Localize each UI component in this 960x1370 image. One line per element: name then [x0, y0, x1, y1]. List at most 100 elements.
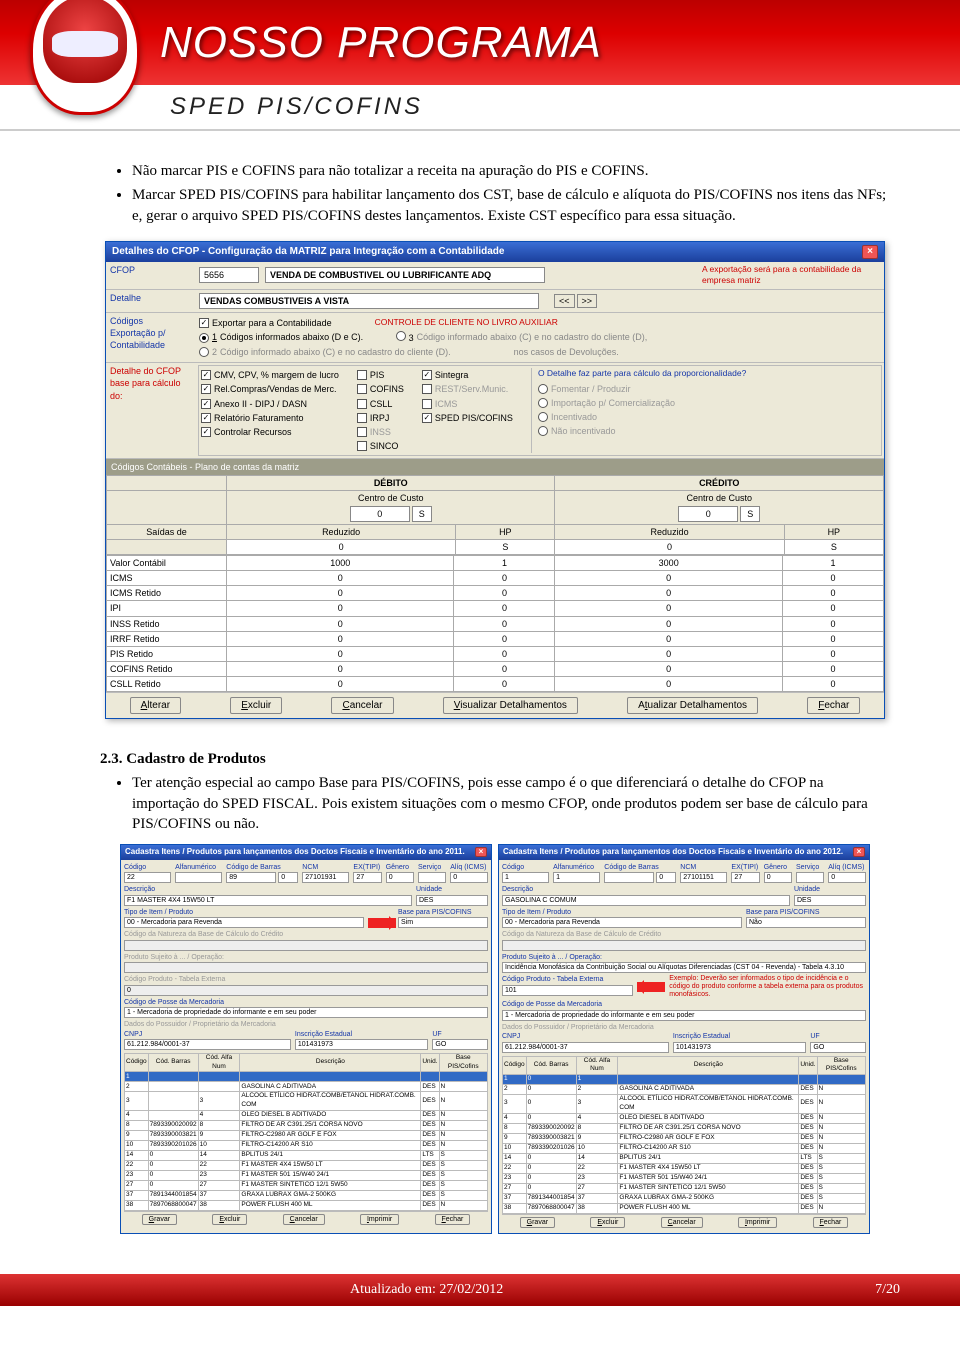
table-row[interactable]: 878933900200928FILTRO DE AR C391.25/1 CO…	[503, 1123, 866, 1133]
codigo-field[interactable]: 1	[502, 872, 549, 883]
servico-field[interactable]	[418, 872, 446, 883]
descricao-field[interactable]: GASOLINA C COMUM	[502, 895, 790, 906]
excluir-button[interactable]: Excluir	[212, 1214, 247, 1225]
cnpj-field[interactable]: 61.212.984/0001-37	[502, 1042, 669, 1053]
produtos-table-2012[interactable]: CódigoCód. BarrasCód. Alfa NumDescriçãoU…	[502, 1056, 866, 1214]
cofins-checkbox[interactable]	[357, 384, 367, 394]
rest-serv-checkbox[interactable]	[422, 384, 432, 394]
ie-field[interactable]: 101431973	[295, 1039, 429, 1050]
alterar-button[interactable]: Alterar	[130, 697, 181, 714]
excluir-button[interactable]: Excluir	[590, 1217, 625, 1228]
imprimir-button[interactable]: Imprimir	[360, 1214, 399, 1225]
table-row[interactable]: 10789339020102610FILTRO-C14200 AR S10DES…	[125, 1141, 488, 1151]
cod-tabela-field[interactable]: 101	[502, 985, 633, 996]
gravar-button[interactable]: Gravar	[142, 1214, 177, 1225]
nav-prev-button[interactable]: <<	[554, 294, 575, 308]
table-row[interactable]: 978933900038219FILTRO-C2980 AR GOLF E FO…	[125, 1131, 488, 1141]
icms-checkbox[interactable]	[422, 399, 432, 409]
ncm-field[interactable]: 27101931	[302, 872, 349, 883]
table-row[interactable]: 22022F1 MASTER 4X4 15W50 LTDESS	[125, 1161, 488, 1171]
sped-pis-cofins-checkbox[interactable]	[422, 413, 432, 423]
excluir-button[interactable]: Excluir	[230, 697, 282, 714]
inss-checkbox[interactable]	[357, 427, 367, 437]
detalhe-field[interactable]: VENDAS COMBUSTIVEIS A VISTA	[199, 293, 539, 309]
table-row[interactable]: 37789134400185437GRAXA LUBRAX GMA-2 500K…	[503, 1193, 866, 1203]
uf-field[interactable]: GO	[810, 1042, 866, 1053]
incentivado-radio[interactable]	[538, 412, 548, 422]
posse-dropdown[interactable]: 1 - Mercadoria de propriedade do informa…	[124, 1007, 488, 1018]
tipo-item-dropdown[interactable]: 00 - Mercadoria para Revenda	[124, 917, 364, 928]
table-row[interactable]: 38789706880004738POWER FLUSH 400 MLDESN	[125, 1201, 488, 1211]
table-row[interactable]: 303ALCOOL ETÍLICO HIDRAT.COMB/ETANOL HID…	[503, 1095, 866, 1114]
fechar-button[interactable]: Fechar	[435, 1214, 471, 1225]
close-icon[interactable]: ×	[475, 847, 487, 857]
table-row[interactable]: 10789339020102610FILTRO-C14200 AR S10DES…	[503, 1143, 866, 1153]
produtos-table-2011[interactable]: CódigoCód. BarrasCód. Alfa NumDescriçãoU…	[124, 1053, 488, 1211]
table-row[interactable]: 23023F1 MASTER 501 15/W40 24/1DESS	[503, 1173, 866, 1183]
atualizar-button[interactable]: Atualizar Detalhamentos	[627, 697, 758, 714]
cancelar-button[interactable]: Cancelar	[283, 1214, 325, 1225]
anexo-checkbox[interactable]	[201, 399, 211, 409]
exportar-contabilidade-checkbox[interactable]	[199, 318, 209, 328]
table-row[interactable]: 27027F1 MASTER SINTETICO 12/1 5W50DESS	[503, 1183, 866, 1193]
base-pis-cofins-dropdown[interactable]: Sim	[398, 917, 488, 928]
base-pis-cofins-dropdown[interactable]: Não	[746, 917, 866, 928]
alfa-field[interactable]: 1	[553, 872, 600, 883]
ie-field[interactable]: 101431973	[673, 1042, 807, 1053]
tipo-item-dropdown[interactable]: 00 - Mercadoria para Revenda	[502, 917, 742, 928]
gravar-button[interactable]: Gravar	[520, 1217, 555, 1228]
table-row[interactable]: 202GASOLINA C ADITIVADADESN	[503, 1085, 866, 1095]
pis-checkbox[interactable]	[357, 370, 367, 380]
table-row[interactable]: 44OLEO DIESEL B ADITIVADODESN	[125, 1111, 488, 1121]
sinco-checkbox[interactable]	[357, 441, 367, 451]
cancelar-button[interactable]: Cancelar	[331, 697, 393, 714]
table-row[interactable]: 978933900038219FILTRO-C2980 AR GOLF E FO…	[503, 1133, 866, 1143]
nao-incentivado-radio[interactable]	[538, 426, 548, 436]
genero-field[interactable]: 0	[386, 872, 414, 883]
table-row[interactable]: 37789134400185437GRAXA LUBRAX GMA-2 500K…	[125, 1191, 488, 1201]
rel-compras-checkbox[interactable]	[201, 384, 211, 394]
table-row[interactable]: 2GASOLINA C ADITIVADADESN	[125, 1082, 488, 1092]
table-row[interactable]: 1	[125, 1072, 488, 1082]
posse-dropdown[interactable]: 1 - Mercadoria de propriedade do informa…	[502, 1010, 866, 1021]
importacao-radio[interactable]	[538, 398, 548, 408]
table-row[interactable]: 27027F1 MASTER SINTETICO 12/1 5W50DESS	[125, 1181, 488, 1191]
table-row[interactable]: 22022F1 MASTER 4X4 15W50 LTDESS	[503, 1163, 866, 1173]
cfop-desc-field[interactable]: VENDA DE COMBUSTIVEL OU LUBRIFICANTE ADQ	[265, 267, 545, 283]
table-row[interactable]: 14014BPLITUS 24/1LTSS	[125, 1151, 488, 1161]
relatorio-fat-checkbox[interactable]	[201, 413, 211, 423]
barras-field[interactable]: 89	[226, 872, 276, 883]
fomentar-radio[interactable]	[538, 384, 548, 394]
close-icon[interactable]: ×	[862, 245, 878, 259]
cfop-code-field[interactable]: 5656	[199, 267, 259, 283]
codigo-field[interactable]: 22	[124, 872, 171, 883]
codigo-option-1-radio[interactable]	[199, 333, 209, 343]
fechar-button[interactable]: Fechar	[813, 1217, 849, 1228]
table-row[interactable]: 101	[503, 1075, 866, 1085]
controlar-recursos-checkbox[interactable]	[201, 427, 211, 437]
close-icon[interactable]: ×	[853, 847, 865, 857]
table-row[interactable]: 38789706880004738POWER FLUSH 400 MLDESN	[503, 1203, 866, 1213]
cancelar-button[interactable]: Cancelar	[661, 1217, 703, 1228]
table-row[interactable]: 14014BPLITUS 24/1LTSS	[503, 1153, 866, 1163]
table-row[interactable]: 404OLEO DIESEL B ADITIVADODESN	[503, 1113, 866, 1123]
cnpj-field[interactable]: 61.212.984/0001-37	[124, 1039, 291, 1050]
codigo-option-2-radio[interactable]	[199, 347, 209, 357]
irpj-checkbox[interactable]	[357, 413, 367, 423]
csll-checkbox[interactable]	[357, 399, 367, 409]
sintegra-checkbox[interactable]	[422, 370, 432, 380]
unidade-field[interactable]: DES	[794, 895, 866, 906]
extipi-field[interactable]: 27	[353, 872, 381, 883]
imprimir-button[interactable]: Imprimir	[738, 1217, 777, 1228]
fechar-button[interactable]: Fechar	[807, 697, 860, 714]
ncm-field[interactable]: 27101151	[680, 872, 727, 883]
uf-field[interactable]: GO	[432, 1039, 488, 1050]
nav-next-button[interactable]: >>	[577, 294, 598, 308]
table-row[interactable]: 33ALCOOL ETÍLICO HIDRAT.COMB/ETANOL HIDR…	[125, 1092, 488, 1111]
codigo-option-3-radio[interactable]	[396, 331, 406, 341]
aliq-field[interactable]: 0	[450, 872, 488, 883]
table-row[interactable]: 878933900200928FILTRO DE AR C391.25/1 CO…	[125, 1121, 488, 1131]
visualizar-button[interactable]: Visualizar Detalhamentos	[443, 697, 578, 714]
alfa-field[interactable]	[175, 872, 222, 883]
unidade-field[interactable]: DES	[416, 895, 488, 906]
